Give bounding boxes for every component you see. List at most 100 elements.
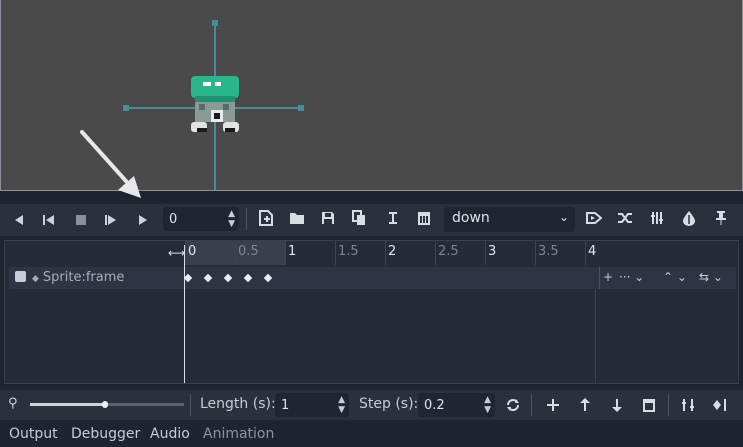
track-tools-button[interactable] [678, 395, 698, 415]
step-spinbox[interactable]: 0.2 ▲ ▼ [418, 393, 495, 417]
animation-timeline[interactable]: ⟷ 0 0.5 1 1.5 2 2.5 3 3.5 4 ◆ Sprite:fram… [4, 240, 739, 384]
trash-icon [418, 212, 430, 225]
ruler-tick [585, 241, 586, 265]
play-button[interactable] [132, 208, 154, 232]
keyframe[interactable] [183, 273, 193, 283]
keyframe[interactable] [223, 273, 233, 283]
zoom-slider-fill [30, 403, 106, 406]
frame-position-spinbox[interactable]: 0 ▲ ▼ [163, 207, 239, 231]
tab-animation[interactable]: Animation [203, 426, 274, 442]
duplicate-icon [352, 210, 365, 225]
animation-select[interactable]: down ⌄ [444, 207, 575, 232]
ruler-tick [485, 241, 486, 265]
loop-icon [507, 399, 519, 411]
autoplay-icon [586, 212, 602, 224]
interpolation-dropdown[interactable]: ⌃ ⌄ [663, 270, 687, 284]
controls-divider [595, 289, 596, 383]
toolbar-separator [668, 394, 669, 416]
tab-output[interactable]: Output [9, 426, 58, 442]
update-mode-dropdown[interactable]: ··· ⌄ [619, 270, 644, 284]
toolbar-separator [531, 394, 532, 416]
length-label: Length (s): [200, 396, 276, 412]
ruler-tick [335, 241, 336, 265]
move-track-down-button[interactable] [607, 395, 627, 415]
play-backwards-button[interactable] [39, 208, 61, 232]
move-track-up-button[interactable] [575, 395, 595, 415]
stop-icon [76, 215, 86, 225]
keyframe-edit-icon [713, 399, 726, 411]
zoom-slider[interactable] [30, 401, 184, 408]
tab-debugger[interactable]: Debugger [71, 426, 140, 442]
ruler-tick [535, 241, 536, 265]
duplicate-animation-button[interactable] [349, 208, 369, 228]
shuffle-icon [618, 213, 632, 223]
ruler-tick [435, 241, 436, 265]
ruler-label: 1.5 [338, 244, 359, 259]
fit-width-icon[interactable]: ⟷ [168, 246, 185, 260]
remove-track-button[interactable] [639, 395, 659, 415]
blend-times-button[interactable] [615, 208, 635, 228]
gizmo-tip-left [123, 105, 129, 111]
spin-arrows-icon: ▲ ▼ [484, 395, 491, 415]
ruler-label: 2 [388, 244, 397, 259]
save-icon [322, 212, 334, 224]
ruler-tick [385, 241, 386, 265]
pin-panel-button[interactable] [711, 208, 731, 228]
timeline-bottom-bar: ⚲ Length (s): 1 ▲ ▼ Step (s): 0.2 ▲ ▼ [0, 390, 743, 420]
new-animation-button[interactable] [256, 208, 276, 228]
autoplay-on-load-button[interactable] [584, 208, 604, 228]
add-track-button[interactable] [543, 395, 563, 415]
play-backwards-from-current-icon [43, 215, 54, 225]
loop-animation-button[interactable] [503, 395, 523, 415]
track-enabled-checkbox[interactable] [15, 271, 26, 282]
step-label: Step (s): [359, 396, 419, 412]
track-row[interactable]: ◆ Sprite:frame + ··· ⌄ ⌃ ⌄ ⇆ ⌄ [9, 267, 736, 289]
save-animation-button[interactable] [318, 208, 338, 228]
tools-icon [651, 212, 663, 224]
keyframe-settings-button[interactable] [710, 395, 730, 415]
bottom-panel-tabs: Output Debugger Audio Animation [0, 422, 743, 447]
sprite-character[interactable] [189, 74, 241, 136]
tab-audio[interactable]: Audio [150, 426, 190, 442]
keyframe[interactable] [203, 273, 213, 283]
ruler-label: 0 [188, 244, 197, 259]
zoom-slider-grabber[interactable] [102, 401, 109, 408]
ruler-label: 1 [288, 244, 297, 259]
canvas-viewport[interactable] [0, 0, 743, 191]
ruler-tick [285, 241, 286, 265]
length-spinbox[interactable]: 1 ▲ ▼ [275, 393, 349, 417]
ruler-tick [185, 241, 186, 265]
play-from-current-button[interactable] [101, 208, 123, 232]
loop-mode-dropdown[interactable]: ⇆ ⌄ [699, 270, 723, 284]
ruler-label: 0.5 [238, 244, 259, 259]
track-name-label: Sprite:frame [42, 270, 125, 285]
keyframe[interactable] [243, 273, 253, 283]
track-separator [599, 267, 600, 289]
tools-icon [682, 399, 694, 411]
load-animation-button[interactable] [287, 208, 307, 228]
playhead[interactable] [184, 245, 185, 383]
frame-position-value: 0 [169, 211, 178, 227]
animation-select-value: down [452, 210, 490, 226]
chevron-down-icon: ⌄ [558, 210, 569, 224]
add-key-icon[interactable]: + [603, 270, 613, 284]
play-icon [139, 215, 147, 225]
toolbar-separator [246, 208, 247, 230]
keyframe[interactable] [263, 273, 273, 283]
ruler-tick [235, 241, 236, 265]
timeline-ruler[interactable]: ⟷ 0 0.5 1 1.5 2 2.5 3 3.5 4 [5, 241, 738, 265]
stop-button[interactable] [70, 208, 92, 232]
animation-tools-button[interactable] [647, 208, 667, 228]
play-backwards-from-end-button[interactable] [8, 208, 30, 232]
onion-icon [683, 211, 695, 226]
onion-skinning-button[interactable] [679, 208, 699, 228]
toolbar-separator [190, 394, 191, 416]
ruler-label: 2.5 [438, 244, 459, 259]
trash-icon [643, 399, 655, 412]
zoom-icon: ⚲ [8, 396, 18, 411]
delete-animation-button[interactable] [414, 208, 434, 228]
ruler-label: 3 [488, 244, 497, 259]
rename-animation-button[interactable] [383, 208, 403, 228]
track-name[interactable]: ◆ Sprite:frame [15, 270, 124, 285]
play-from-current-icon [105, 215, 116, 225]
